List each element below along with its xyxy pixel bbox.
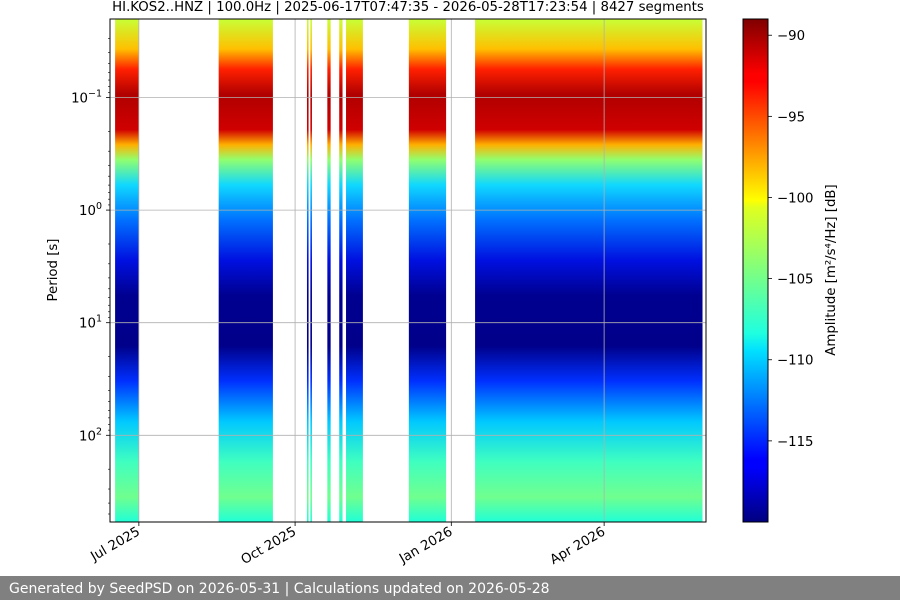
x-tick-label: Jan 2026 bbox=[396, 524, 455, 567]
data-band-4 bbox=[327, 19, 331, 522]
y-tick-label: 101 bbox=[79, 314, 102, 332]
data-band-0 bbox=[115, 19, 139, 522]
colorbar-tick-label: −95 bbox=[777, 110, 805, 125]
colorbar-label: Amplitude [m²/s⁴/Hz] [dB] bbox=[824, 184, 839, 355]
data-band-2 bbox=[306, 19, 309, 522]
y-tick-label: 10−1 bbox=[71, 88, 102, 106]
x-tick-label: Apr 2026 bbox=[548, 524, 608, 568]
data-band-7 bbox=[408, 19, 447, 522]
x-tick-label: Jul 2025 bbox=[88, 524, 143, 565]
footer-text: Generated by SeedPSD on 2026-05-31 | Cal… bbox=[9, 581, 550, 597]
y-axis: 10−1 100 101 102 bbox=[71, 38, 110, 515]
colorbar-tick-label: −110 bbox=[777, 354, 814, 369]
data-band-8 bbox=[475, 19, 703, 522]
psd-spectrogram-chart: HI.KOS2..HNZ | 100.0Hz | 2025-06-17T07:4… bbox=[46, 0, 839, 568]
data-band-3 bbox=[310, 19, 312, 522]
y-tick-label: 102 bbox=[79, 426, 102, 444]
data-band-1 bbox=[218, 19, 273, 522]
data-bands bbox=[115, 19, 703, 522]
footer-bar: Generated by SeedPSD on 2026-05-31 | Cal… bbox=[0, 576, 900, 600]
colorbar-tick-label: −115 bbox=[777, 435, 814, 450]
chart-title: HI.KOS2..HNZ | 100.0Hz | 2025-06-17T07:4… bbox=[112, 0, 704, 15]
colorbar-tick-label: −100 bbox=[777, 191, 814, 206]
colorbar-tick-label: −90 bbox=[777, 29, 805, 44]
data-band-6 bbox=[346, 19, 363, 522]
x-axis: Jul 2025 Oct 2025 Jan 2026 Apr 2026 bbox=[88, 522, 608, 568]
data-band-5 bbox=[339, 19, 343, 522]
y-axis-label: Period [s] bbox=[46, 239, 61, 302]
colorbar-tick-label: −105 bbox=[777, 273, 814, 288]
y-tick-label: 100 bbox=[79, 201, 102, 219]
x-tick-label: Oct 2025 bbox=[239, 524, 299, 568]
colorbar-axis: −90 −95 −100 −105 −110 −115 bbox=[768, 29, 814, 450]
colorbar bbox=[742, 18, 769, 523]
